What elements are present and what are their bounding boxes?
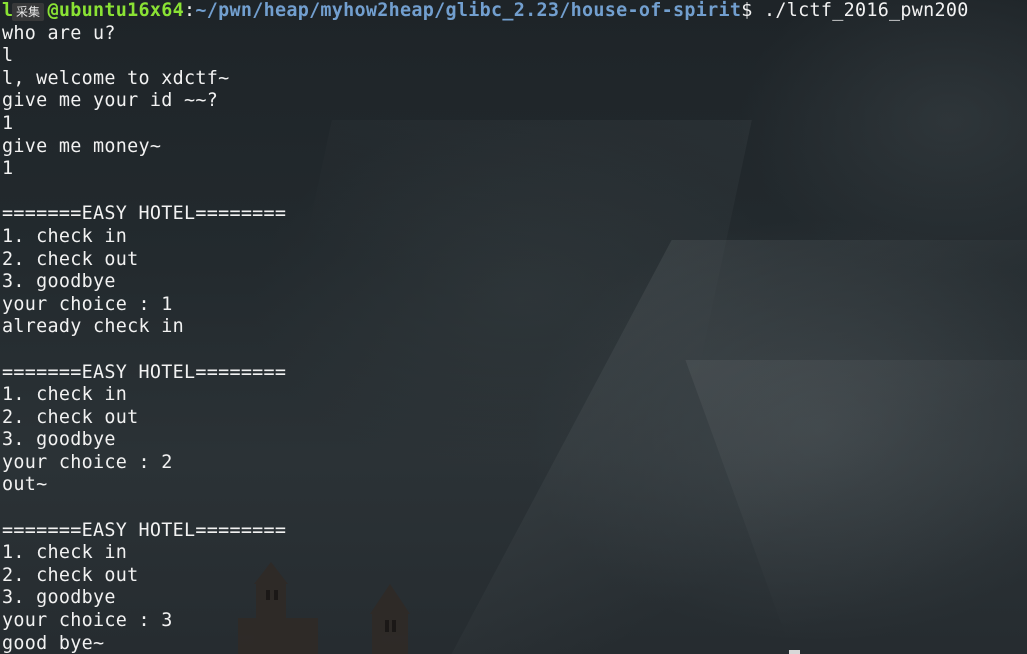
output-line: your choice : 3 — [2, 610, 173, 632]
output-line: =======EASY HOTEL======== — [2, 203, 287, 225]
output-line: give me money~ — [2, 135, 162, 157]
terminal-output: l @ubuntu16x64:~/pwn/heap/myhow2heap/gli… — [2, 0, 969, 654]
prompt-symbol: $ — [741, 0, 753, 21]
output-line: 2. check out — [2, 248, 139, 270]
output-line: give me your id ~~? — [2, 90, 219, 112]
output-line: 3. goodbye — [2, 587, 116, 609]
prompt-line: l @ubuntu16x64:~/pwn/heap/myhow2heap/gli… — [2, 0, 969, 21]
output-line: 2. check out — [2, 406, 139, 428]
output-line: l, welcome to xdctf~ — [2, 67, 230, 89]
output-line: l — [2, 45, 14, 67]
prompt-command: ./lctf_2016_pwn200 — [763, 0, 969, 21]
output-line: your choice : 1 — [2, 293, 173, 315]
output-line: already check in — [2, 316, 184, 338]
output-line: out~ — [2, 474, 48, 496]
output-line: 1 — [2, 158, 14, 180]
prompt-user-host: l @ubuntu16x64 — [2, 0, 184, 21]
output-line: 3. goodbye — [2, 271, 116, 293]
output-line: 2. check out — [2, 564, 139, 586]
output-line: 1 — [2, 112, 14, 134]
text-cursor — [789, 650, 800, 654]
output-line: good bye~ — [2, 632, 105, 654]
output-line: who are u? — [2, 22, 116, 44]
output-line: =======EASY HOTEL======== — [2, 361, 287, 383]
terminal-window[interactable]: 采集 l @ubuntu16x64:~/pwn/heap/myhow2heap/… — [0, 0, 1027, 654]
output-line: 1. check in — [2, 542, 128, 564]
output-line: =======EASY HOTEL======== — [2, 519, 287, 541]
output-line: 1. check in — [2, 384, 128, 406]
prompt-path: ~/pwn/heap/myhow2heap/glibc_2.23/house-o… — [195, 0, 742, 21]
output-line: your choice : 2 — [2, 451, 173, 473]
output-line: 3. goodbye — [2, 429, 116, 451]
output-line: 1. check in — [2, 225, 128, 247]
